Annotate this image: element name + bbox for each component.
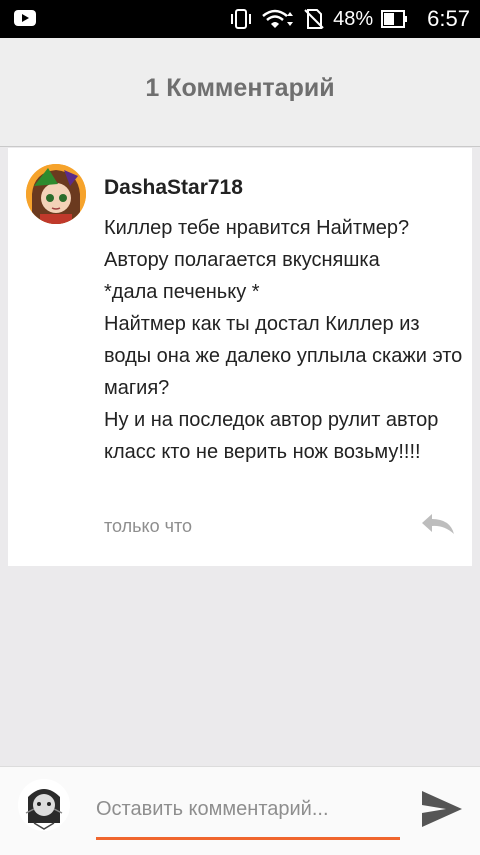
reply-icon xyxy=(422,514,454,534)
status-bar: 48% 6:57 xyxy=(0,0,480,38)
comment-input[interactable] xyxy=(96,791,396,827)
page-title: 1 Комментарий xyxy=(145,74,335,102)
input-underline xyxy=(96,837,400,840)
comment-card: DashaStar718 Киллер тебе нравится Найтме… xyxy=(8,148,472,566)
title-bar: 1 Комментарий xyxy=(0,38,480,147)
battery-percentage: 48% xyxy=(333,8,374,30)
comment-text: Киллер тебе нравится Найтмер? Автору пол… xyxy=(104,217,463,463)
reply-button[interactable] xyxy=(420,512,456,536)
send-icon xyxy=(422,791,462,827)
clock: 6:57 xyxy=(427,6,470,31)
avatar[interactable] xyxy=(26,164,86,224)
youtube-icon xyxy=(14,10,36,26)
no-sim-icon xyxy=(303,8,325,30)
comment-timestamp: только что xyxy=(104,516,193,536)
battery-icon xyxy=(381,8,409,30)
comment-author[interactable]: DashaStar718 xyxy=(104,176,243,200)
user-avatar xyxy=(18,779,70,831)
vibrate-icon xyxy=(229,8,253,30)
comment-composer xyxy=(0,766,480,855)
wifi-icon xyxy=(261,8,295,30)
send-button[interactable] xyxy=(420,789,464,829)
